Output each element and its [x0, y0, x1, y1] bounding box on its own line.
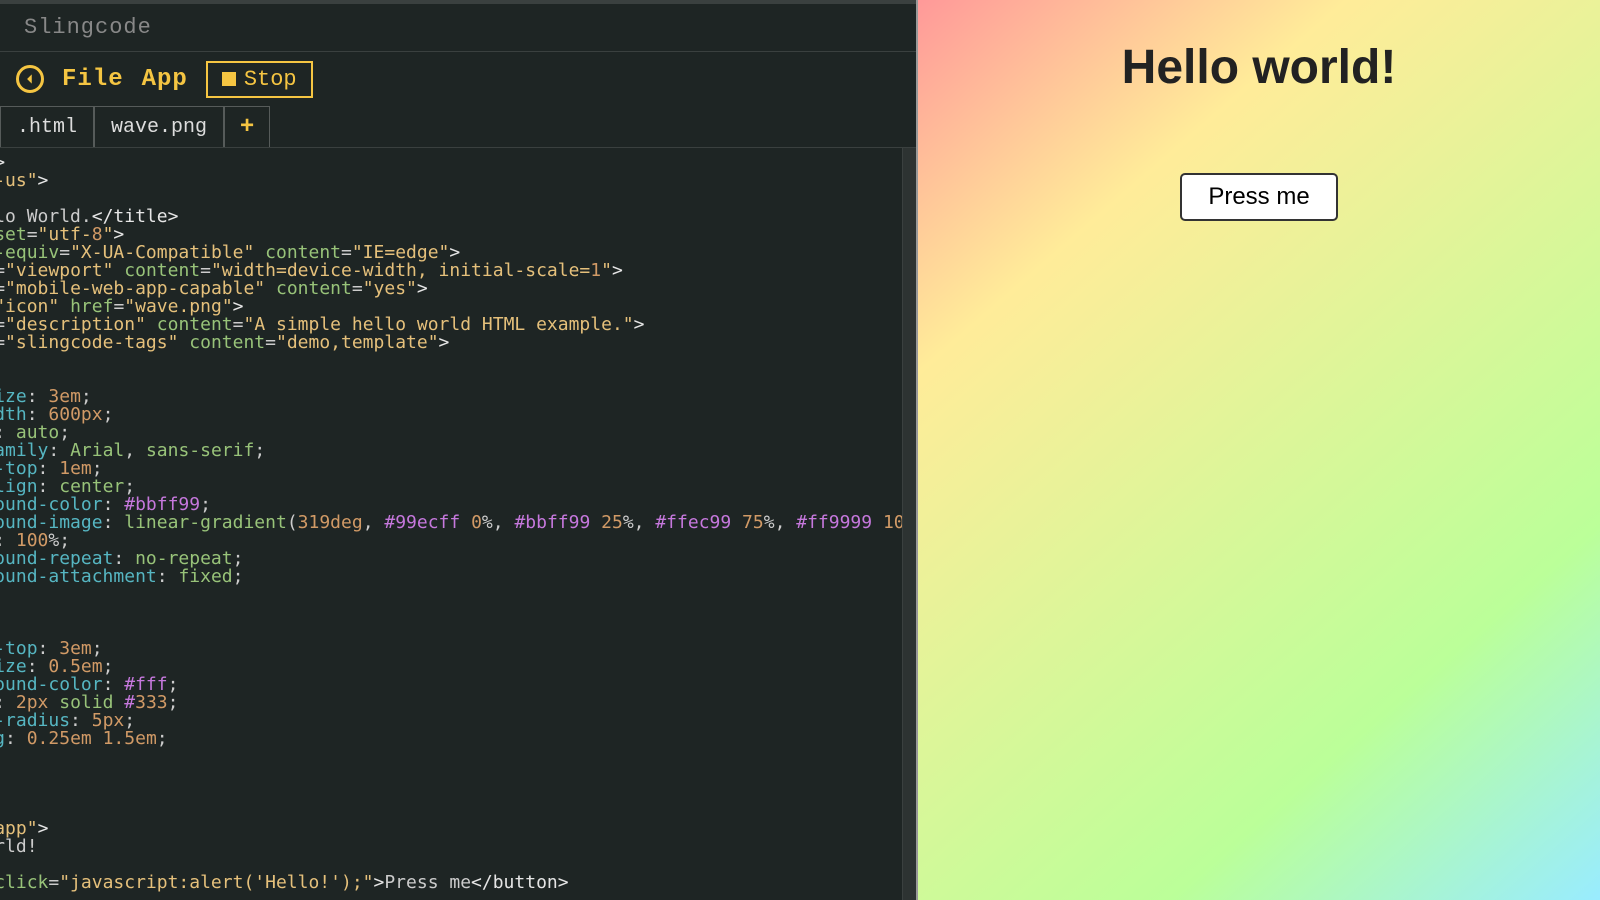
arrow-left-icon [23, 72, 37, 86]
stop-button[interactable]: Stop [206, 61, 313, 98]
scrollbar[interactable] [902, 148, 916, 900]
code-editor[interactable]: html> g="en-us"> e>Hello World.</title> … [0, 148, 916, 898]
back-button[interactable] [16, 65, 44, 93]
tabs: .html wave.png + [0, 106, 916, 148]
preview-heading: Hello world! [918, 40, 1600, 95]
tab-wave-png[interactable]: wave.png [94, 106, 224, 147]
file-menu[interactable]: File [62, 66, 124, 93]
press-me-button[interactable]: Press me [1180, 173, 1337, 221]
tab-index-html[interactable]: .html [0, 106, 94, 147]
editor-pane: Slingcode File App Stop .html wave.png +… [0, 0, 916, 900]
titlebar: Slingcode [0, 0, 916, 52]
stop-button-label: Stop [244, 67, 297, 92]
add-tab-button[interactable]: + [224, 106, 270, 147]
stop-icon [222, 72, 236, 86]
plus-icon: + [240, 114, 254, 141]
toolbar: File App Stop [0, 52, 916, 106]
app-menu[interactable]: App [142, 66, 188, 93]
code-scroll: html> g="en-us"> e>Hello World.</title> … [0, 148, 916, 900]
tab-label: wave.png [111, 116, 207, 139]
preview-pane: Hello world! Press me [916, 0, 1600, 900]
app-name: Slingcode [24, 15, 152, 40]
tab-label: .html [17, 116, 77, 139]
